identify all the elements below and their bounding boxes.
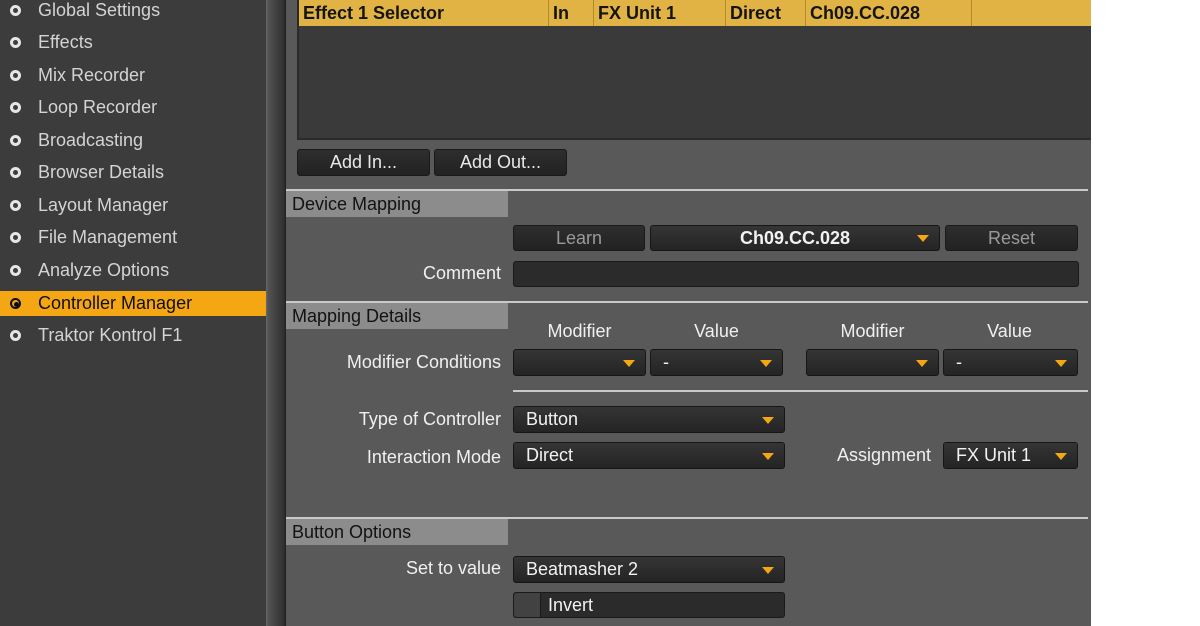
dropdown-arrow-icon (762, 417, 774, 424)
sidebar-item-controller-manager[interactable]: Controller Manager (0, 291, 266, 316)
radio-bullet-icon (10, 200, 21, 211)
dropdown-value: Button (526, 409, 579, 429)
dropdown-value: Beatmasher 2 (526, 559, 639, 579)
dropdown-value: - (956, 352, 962, 372)
cell-mode: Direct (726, 0, 806, 26)
dropdown-arrow-icon (762, 453, 774, 460)
sidebar-item-mix-recorder[interactable]: Mix Recorder (0, 63, 266, 88)
radio-bullet-icon (10, 102, 21, 113)
sidebar-item-effects[interactable]: Effects (0, 30, 266, 55)
sidebar-item-label: Global Settings (38, 0, 161, 20)
sidebar-item-label: Broadcasting (38, 130, 144, 150)
sidebar-item-label: Effects (38, 32, 93, 52)
cell-assignment: FX Unit 1 (594, 0, 726, 26)
radio-bullet-icon (10, 167, 21, 178)
radio-bullet-icon (10, 330, 21, 341)
device-mapping-header: Device Mapping (286, 191, 508, 217)
sidebar-item-label: Loop Recorder (38, 97, 158, 117)
table-row[interactable]: Effect 1 Selector In FX Unit 1 Direct Ch… (299, 0, 1091, 26)
set-to-value-label: Set to value (405, 558, 501, 578)
mapping-details-header: Mapping Details (286, 303, 508, 329)
sidebar-item-browser-details[interactable]: Browser Details (0, 160, 266, 185)
reset-button[interactable]: Reset (945, 225, 1078, 251)
condition1-modifier-dropdown[interactable] (513, 349, 646, 376)
sidebar-item-label: Mix Recorder (38, 65, 146, 85)
condition2-value-dropdown[interactable]: - (943, 349, 1078, 376)
sidebar-scrollbar[interactable] (266, 0, 286, 626)
dropdown-arrow-icon (916, 360, 928, 367)
sidebar-item-label: Layout Manager (38, 195, 169, 215)
sidebar-item-label: Controller Manager (38, 293, 193, 313)
controller-type-label: Type of Controller (358, 409, 501, 429)
dropdown-arrow-icon (1055, 360, 1067, 367)
dropdown-arrow-icon (917, 235, 929, 242)
button-options-header: Button Options (286, 519, 508, 545)
sidebar-item-broadcasting[interactable]: Broadcasting (0, 128, 266, 153)
learn-button[interactable]: Learn (513, 225, 645, 251)
invert-toggle[interactable]: Invert (513, 592, 785, 618)
condition2-modifier-dropdown[interactable] (806, 349, 939, 376)
dropdown-value: Direct (526, 445, 574, 465)
settings-sidebar: Global Settings Effects Mix Recorder Loo… (0, 0, 268, 626)
sidebar-item-traktor-kontrol-f1[interactable]: Traktor Kontrol F1 (0, 323, 266, 348)
cell-mapped-to: Ch09.CC.028 (806, 0, 972, 26)
dropdown-arrow-icon (762, 567, 774, 574)
column-header-value: Value (694, 321, 739, 341)
add-out-button[interactable]: Add Out... (434, 149, 567, 176)
sidebar-item-label: Browser Details (38, 162, 165, 182)
modifier-conditions-label: Modifier Conditions (346, 352, 501, 372)
sidebar-item-global-settings[interactable]: Global Settings (0, 0, 266, 23)
mapped-control-dropdown[interactable]: Ch09.CC.028 (650, 225, 940, 251)
controller-type-dropdown[interactable]: Button (513, 406, 785, 433)
comment-label: Comment (422, 263, 501, 283)
radio-bullet-icon (10, 298, 21, 309)
dropdown-arrow-icon (1055, 453, 1067, 460)
radio-bullet-icon (10, 135, 21, 146)
invert-label: Invert (548, 595, 594, 615)
radio-bullet-icon (10, 70, 21, 81)
sidebar-item-file-management[interactable]: File Management (0, 225, 266, 250)
radio-bullet-icon (10, 5, 21, 16)
comment-field[interactable] (513, 261, 1079, 287)
interaction-mode-dropdown[interactable]: Direct (513, 442, 785, 469)
sidebar-item-layout-manager[interactable]: Layout Manager (0, 193, 266, 218)
column-header-modifier: Modifier (547, 321, 612, 341)
dropdown-arrow-icon (760, 360, 772, 367)
sidebar-item-label: Traktor Kontrol F1 (38, 325, 183, 345)
radio-bullet-icon (10, 265, 21, 276)
dropdown-value: - (663, 352, 669, 372)
sidebar-item-label: Analyze Options (38, 260, 170, 280)
cell-control: Effect 1 Selector (299, 0, 549, 26)
add-in-button[interactable]: Add In... (297, 149, 430, 176)
assignment-label: Assignment (836, 445, 931, 465)
invert-checkbox[interactable] (514, 593, 541, 617)
dropdown-arrow-icon (623, 360, 635, 367)
interaction-mode-label: Interaction Mode (366, 447, 501, 467)
assignment-dropdown[interactable]: FX Unit 1 (943, 442, 1078, 469)
column-header-modifier: Modifier (840, 321, 905, 341)
condition1-value-dropdown[interactable]: - (650, 349, 783, 376)
sidebar-item-label: File Management (38, 227, 178, 247)
radio-bullet-icon (10, 232, 21, 243)
sidebar-item-analyze-options[interactable]: Analyze Options (0, 258, 266, 283)
sidebar-item-loop-recorder[interactable]: Loop Recorder (0, 95, 266, 120)
section-divider (513, 390, 1088, 392)
radio-bullet-icon (10, 37, 21, 48)
dropdown-value: FX Unit 1 (956, 445, 1032, 465)
dropdown-value: Ch09.CC.028 (739, 228, 851, 248)
set-to-value-dropdown[interactable]: Beatmasher 2 (513, 556, 785, 583)
column-header-value: Value (987, 321, 1032, 341)
cell-io: In (549, 0, 594, 26)
